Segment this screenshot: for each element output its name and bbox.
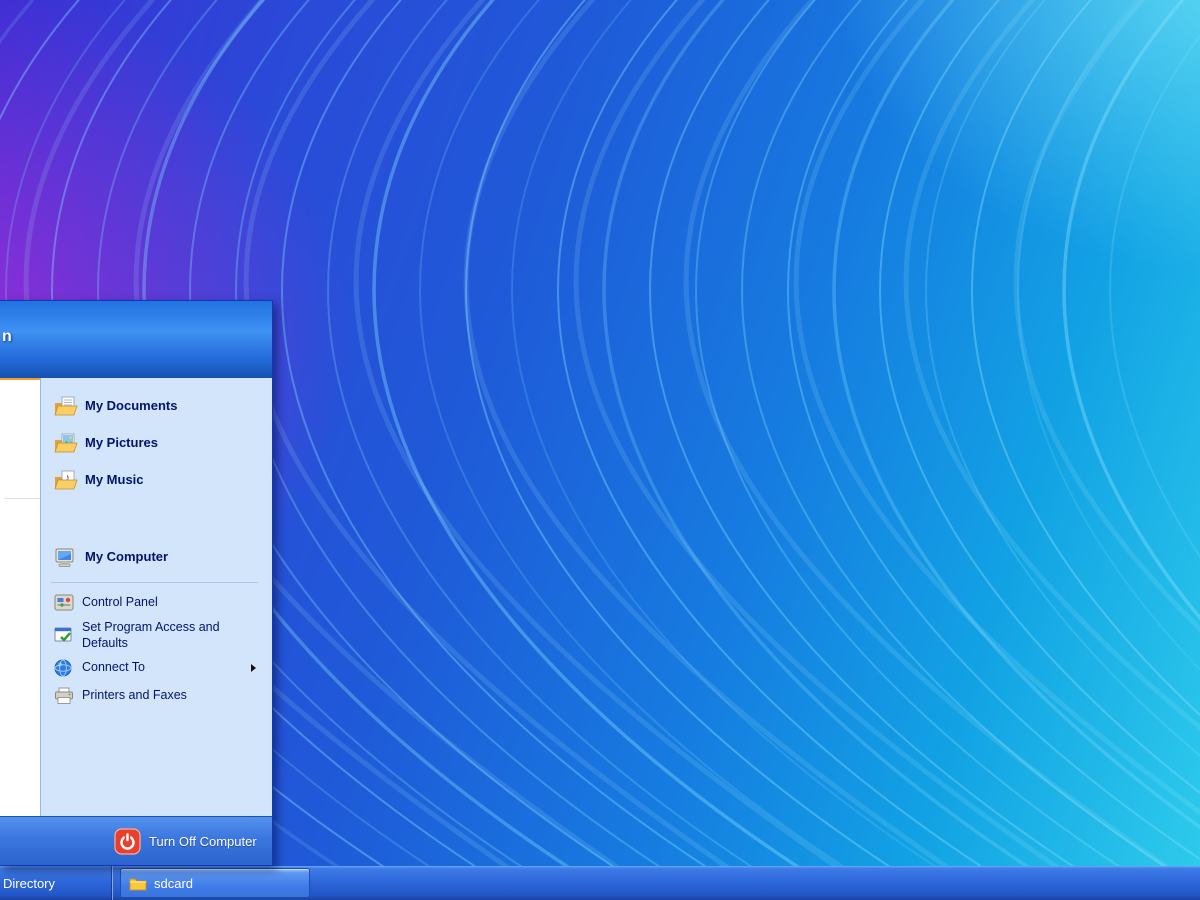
submenu-arrow-icon: [251, 664, 256, 672]
start-menu-item-my-documents[interactable]: My Documents: [49, 388, 272, 425]
start-menu-columns: My Documents My Pictures: [0, 378, 272, 816]
folder-icon: [129, 876, 147, 891]
turn-off-computer-button[interactable]: Turn Off Computer: [114, 828, 257, 855]
taskbar-directory-button[interactable]: Directory: [0, 866, 111, 900]
menu-item-label: Printers and Faxes: [82, 688, 187, 704]
control-panel-icon: [53, 592, 75, 614]
printers-icon: [53, 685, 75, 707]
my-computer-icon: [53, 545, 78, 570]
start-menu-item-my-music[interactable]: ♪ My Music: [49, 462, 272, 499]
my-music-icon: ♪: [53, 468, 78, 493]
connect-to-icon: [53, 657, 75, 679]
menu-item-label: My Music: [85, 472, 144, 488]
menu-spacer: [49, 499, 272, 539]
start-menu-item-my-computer[interactable]: My Computer: [49, 539, 272, 576]
taskbar-directory-label: Directory: [3, 876, 55, 891]
menu-item-label: My Computer: [85, 549, 168, 565]
taskbar-divider: [111, 866, 113, 900]
start-menu-right-column: My Documents My Pictures: [40, 378, 272, 816]
menu-item-label: My Documents: [85, 398, 177, 414]
start-menu-left-column: [0, 378, 40, 816]
desktop-wallpaper: n: [0, 0, 1200, 900]
start-menu: n: [0, 300, 273, 866]
taskbar: Directory sdcard: [0, 866, 1200, 900]
start-menu-item-connect-to[interactable]: Connect To: [49, 654, 272, 682]
menu-item-label: Control Panel: [82, 595, 158, 611]
my-documents-icon: [53, 394, 78, 419]
start-menu-item-printers-and-faxes[interactable]: Printers and Faxes: [49, 682, 272, 710]
left-column-separator: [4, 498, 40, 499]
start-menu-user-banner: n: [0, 301, 272, 378]
menu-separator: [51, 582, 258, 583]
my-pictures-icon: [53, 431, 78, 456]
taskbar-button-label: sdcard: [154, 876, 193, 891]
start-menu-item-set-program-access[interactable]: Set Program Access and Defaults: [49, 617, 272, 654]
turn-off-label: Turn Off Computer: [149, 834, 257, 849]
menu-item-label: Set Program Access and Defaults: [82, 620, 230, 651]
menu-item-label: Connect To: [82, 660, 145, 676]
start-menu-item-my-pictures[interactable]: My Pictures: [49, 425, 272, 462]
menu-item-label: My Pictures: [85, 435, 158, 451]
program-access-icon: [53, 625, 75, 647]
username-text: n: [2, 328, 12, 346]
power-icon: [114, 828, 141, 855]
start-menu-item-control-panel[interactable]: Control Panel: [49, 589, 272, 617]
start-menu-footer: Turn Off Computer: [0, 816, 272, 865]
taskbar-button-sdcard[interactable]: sdcard: [120, 868, 310, 898]
